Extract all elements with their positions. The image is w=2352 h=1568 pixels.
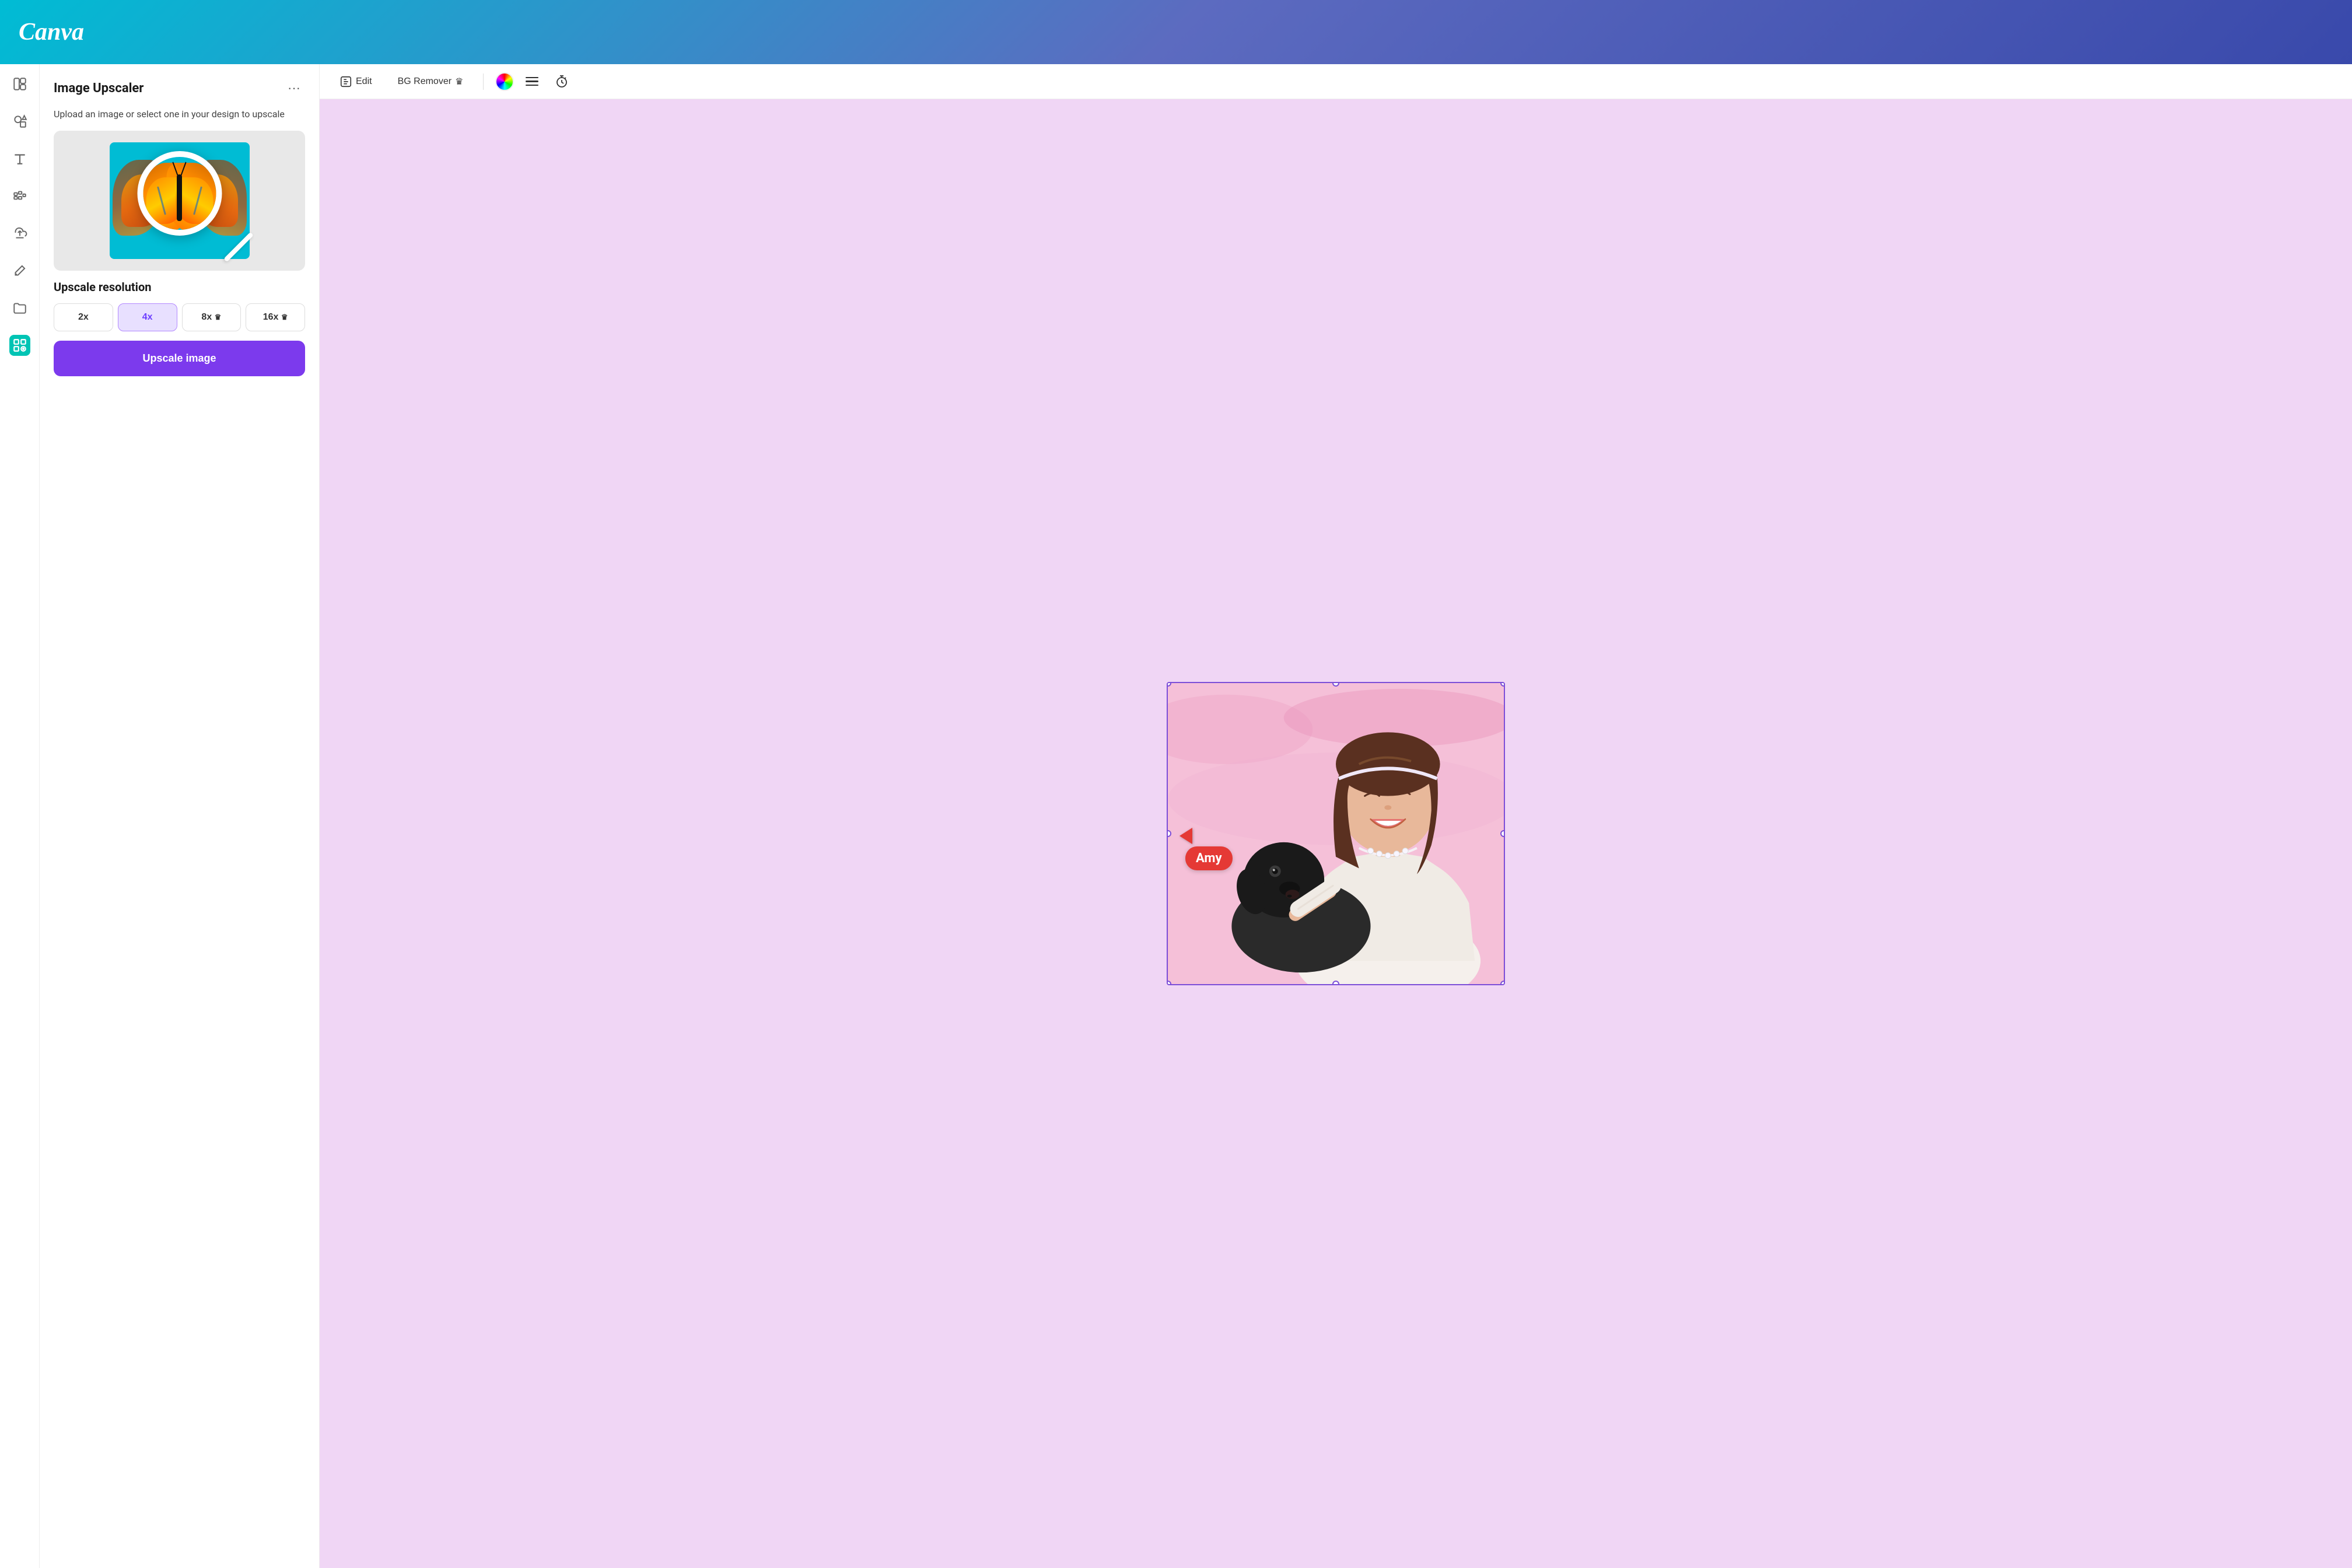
- cursor-arrow-icon: [1180, 828, 1192, 844]
- resolution-title: Upscale resolution: [54, 280, 305, 294]
- resolution-2x-button[interactable]: 2x: [54, 303, 113, 331]
- collaborator-name-tag: Amy: [1185, 846, 1233, 870]
- sidebar-item-apps[interactable]: [9, 335, 30, 356]
- timer-button[interactable]: [550, 72, 573, 91]
- header: Canva: [0, 0, 2352, 64]
- canvas-image-area: Amy: [320, 99, 2352, 1568]
- panel-description: Upload an image or select one in your de…: [54, 107, 305, 121]
- handle-mid-right[interactable]: [1500, 830, 1505, 837]
- preview-area: [54, 131, 305, 271]
- bg-remover-button[interactable]: BG Remover ♛: [390, 71, 472, 92]
- sidebar-item-folders[interactable]: [9, 298, 30, 318]
- canvas-frame: Amy: [1167, 682, 1505, 985]
- color-wheel-button[interactable]: [495, 72, 514, 91]
- handle-bottom-right[interactable]: [1500, 981, 1505, 985]
- panel-title: Image Upscaler: [54, 81, 144, 96]
- handle-bottom-mid[interactable]: [1332, 981, 1339, 985]
- resolution-buttons: 2x 4x 8x ♛ 16x ♛: [54, 303, 305, 331]
- toolbar: Edit BG Remover ♛: [320, 64, 2352, 99]
- lines-button[interactable]: [523, 75, 541, 89]
- bg-remover-label: BG Remover: [398, 76, 452, 87]
- panel-header: Image Upscaler ···: [54, 78, 305, 98]
- line-1: [526, 77, 538, 79]
- resolution-8x-button[interactable]: 8x ♛: [182, 303, 242, 331]
- toolbar-separator: [483, 74, 484, 90]
- timer-icon: [555, 75, 569, 89]
- sidebar-item-elements[interactable]: [9, 111, 30, 132]
- sidebar-item-uploads[interactable]: [9, 223, 30, 244]
- sidebar-item-layout[interactable]: [9, 74, 30, 94]
- crown-icon-8x: ♛: [215, 313, 222, 321]
- crown-icon-16x: ♛: [281, 313, 288, 321]
- line-3: [526, 85, 538, 86]
- sidebar-item-music[interactable]: [9, 186, 30, 206]
- edit-button[interactable]: Edit: [331, 71, 380, 93]
- edit-icon: [340, 75, 352, 88]
- canva-logo: Canva: [19, 18, 84, 46]
- sidebar-item-text[interactable]: [9, 148, 30, 169]
- resolution-4x-button[interactable]: 4x: [118, 303, 177, 331]
- edit-label: Edit: [356, 76, 372, 87]
- resolution-section: Upscale resolution: [54, 280, 305, 294]
- line-2: [526, 80, 538, 82]
- sidebar: [0, 64, 40, 1568]
- collaborator-cursor: Amy: [1180, 828, 1233, 870]
- upscale-image-button[interactable]: Upscale image: [54, 341, 305, 376]
- canvas-area: Edit BG Remover ♛: [320, 64, 2352, 1568]
- panel: Image Upscaler ··· Upload an image or se…: [40, 64, 320, 1568]
- sidebar-item-draw[interactable]: [9, 260, 30, 281]
- main-container: Image Upscaler ··· Upload an image or se…: [0, 64, 2352, 1568]
- more-options-button[interactable]: ···: [283, 78, 305, 98]
- crown-icon: ♛: [455, 76, 463, 88]
- resolution-16x-button[interactable]: 16x ♛: [246, 303, 305, 331]
